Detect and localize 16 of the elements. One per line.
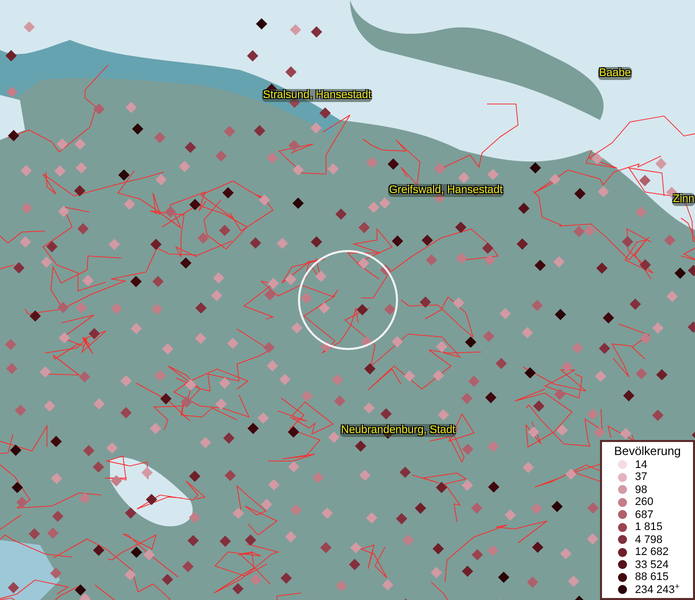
place-label: Neubrandenburg, Stadt xyxy=(340,424,456,437)
legend-value: 88 615 xyxy=(635,571,669,584)
legend-title: Bevölkerung xyxy=(613,444,682,458)
legend-value: 234 243$^{+}$ xyxy=(635,584,680,596)
legend-value: 33 524 xyxy=(635,558,669,571)
legend-value: 12 682 xyxy=(635,546,669,558)
place-label: Greifswald, Hansestadt xyxy=(388,184,504,197)
legend-value: 14 xyxy=(635,458,648,471)
legend-value: 4 798 xyxy=(635,534,663,546)
legend-value: 37 xyxy=(635,471,648,484)
legend-value: 260 xyxy=(635,496,654,508)
legend-value: 687 xyxy=(635,508,654,521)
place-label: Stralsund, Hansestadt xyxy=(262,89,372,102)
place-label: Baabe xyxy=(598,67,632,80)
legend-value: 1 815 xyxy=(635,521,663,534)
legend-value: 98 xyxy=(635,484,648,496)
